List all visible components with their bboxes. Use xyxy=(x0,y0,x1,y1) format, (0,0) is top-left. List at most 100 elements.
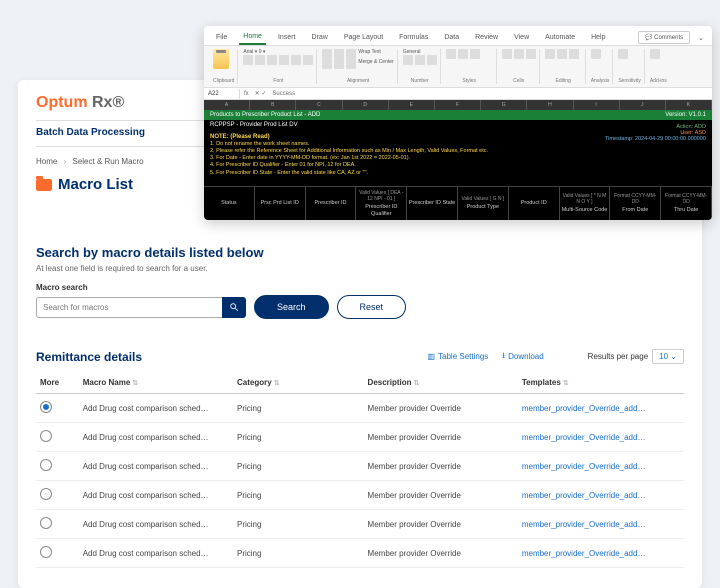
row-radio[interactable] xyxy=(40,401,52,413)
formula-bar[interactable]: Success xyxy=(272,91,295,97)
underline-icon[interactable] xyxy=(267,55,277,65)
cell-category: Pricing xyxy=(233,452,364,481)
cell-template-link[interactable]: member_provider_Override_add… xyxy=(518,481,684,510)
insert-cells-icon[interactable] xyxy=(502,49,512,59)
cond-format-icon[interactable] xyxy=(446,49,456,59)
sort-icon[interactable]: ⇅ xyxy=(414,380,420,387)
comma-icon[interactable] xyxy=(427,55,437,65)
row-radio[interactable] xyxy=(40,517,52,529)
col-letter[interactable]: J xyxy=(620,100,666,110)
align-icon[interactable] xyxy=(322,49,332,59)
chevron-down-icon: ⌄ xyxy=(670,352,677,361)
sort-filter-icon[interactable] xyxy=(557,49,567,59)
table-row[interactable]: Add Drug cost comparison sched…PricingMe… xyxy=(36,452,684,481)
download-link[interactable]: ⭳Download xyxy=(502,350,543,364)
table-format-icon[interactable] xyxy=(458,49,468,59)
excel-tab-view[interactable]: View xyxy=(510,31,533,44)
delete-cells-icon[interactable] xyxy=(514,49,524,59)
excel-tab-formulas[interactable]: Formulas xyxy=(395,31,432,44)
excel-sheet: Products to Prescriber Product List - AD… xyxy=(204,110,712,220)
excel-tab-help[interactable]: Help xyxy=(587,31,609,44)
reset-button[interactable]: Reset xyxy=(337,295,407,319)
col-letter[interactable]: K xyxy=(666,100,712,110)
format-cells-icon[interactable] xyxy=(526,49,536,59)
cell-macro-name: Add Drug cost comparison sched… xyxy=(79,539,233,568)
cell-description: Member provider Override xyxy=(364,394,518,423)
col-more: More xyxy=(36,372,79,394)
row-radio[interactable] xyxy=(40,459,52,471)
fill-icon[interactable] xyxy=(291,55,301,65)
table-row[interactable]: Add Drug cost comparison sched…PricingMe… xyxy=(36,481,684,510)
rpp-select[interactable]: 10 ⌄ xyxy=(652,349,684,364)
excel-tab-draw[interactable]: Draw xyxy=(307,31,331,44)
search-title: Search by macro details listed below xyxy=(36,245,684,260)
excel-tab-file[interactable]: File xyxy=(212,31,231,44)
col-letter[interactable]: I xyxy=(574,100,620,110)
ribbon-collapse-icon[interactable]: ⌄ xyxy=(698,34,704,42)
font-color-icon[interactable] xyxy=(303,55,313,65)
align-icon[interactable] xyxy=(334,49,344,59)
remittance-table: More Macro Name⇅ Category⇅ Description⇅ … xyxy=(36,372,684,568)
sort-icon[interactable]: ⇅ xyxy=(132,380,138,387)
col-letter[interactable]: C xyxy=(296,100,342,110)
crumb-home[interactable]: Home xyxy=(36,157,57,166)
col-letter[interactable]: E xyxy=(389,100,435,110)
border-icon[interactable] xyxy=(279,55,289,65)
excel-tab-home[interactable]: Home xyxy=(239,30,266,45)
table-settings-link[interactable]: ▥Table Settings xyxy=(427,352,488,361)
search-icon xyxy=(229,302,239,312)
sheet-col-header: Prescriber ID xyxy=(306,187,357,220)
table-row[interactable]: Add Drug cost comparison sched…PricingMe… xyxy=(36,539,684,568)
search-button[interactable]: Search xyxy=(254,295,329,319)
align-icon[interactable] xyxy=(346,49,356,59)
addins-icon[interactable] xyxy=(650,49,660,59)
bold-icon[interactable] xyxy=(243,55,253,65)
table-row[interactable]: Add Drug cost comparison sched…PricingMe… xyxy=(36,423,684,452)
table-row[interactable]: Add Drug cost comparison sched…PricingMe… xyxy=(36,510,684,539)
comments-button[interactable]: 💬 Comments xyxy=(638,31,690,44)
cell-template-link[interactable]: member_provider_Override_add… xyxy=(518,452,684,481)
sheet-col-header: Valid Values [ DEA - 12 NPI - 01 ]Prescr… xyxy=(356,187,407,220)
sort-icon[interactable]: ⇅ xyxy=(274,380,280,387)
cell-template-link[interactable]: member_provider_Override_add… xyxy=(518,539,684,568)
excel-tab-insert[interactable]: Insert xyxy=(274,31,300,44)
col-letter[interactable]: B xyxy=(250,100,296,110)
excel-tab-review[interactable]: Review xyxy=(471,31,502,44)
excel-tab-page-layout[interactable]: Page Layout xyxy=(340,31,387,44)
paste-icon[interactable] xyxy=(213,49,229,69)
col-letter[interactable]: F xyxy=(435,100,481,110)
excel-tab-automate[interactable]: Automate xyxy=(541,31,579,44)
download-icon: ⭳ xyxy=(502,350,505,364)
col-letter[interactable]: A xyxy=(204,100,250,110)
cell-styles-icon[interactable] xyxy=(470,49,480,59)
name-box[interactable]: A22 xyxy=(204,89,240,99)
italic-icon[interactable] xyxy=(255,55,265,65)
brand-symbol: ® xyxy=(112,94,124,111)
search-icon-button[interactable] xyxy=(222,297,246,318)
sort-icon[interactable]: ⇅ xyxy=(563,380,569,387)
sheet-title: Products to Prescriber Product List - AD… xyxy=(210,112,320,118)
analyze-icon[interactable] xyxy=(591,49,601,59)
col-letter[interactable]: G xyxy=(481,100,527,110)
percent-icon[interactable] xyxy=(415,55,425,65)
fx-label: fx xyxy=(244,91,249,97)
sensitivity-icon[interactable] xyxy=(618,49,628,59)
row-radio[interactable] xyxy=(40,430,52,442)
col-category: Category⇅ xyxy=(233,372,364,394)
ribbon-group-clipboard: Clipboard xyxy=(213,78,234,84)
brand-part2: Rx xyxy=(88,94,113,111)
search-input[interactable] xyxy=(36,297,222,318)
currency-icon[interactable] xyxy=(403,55,413,65)
col-letter[interactable]: H xyxy=(527,100,573,110)
cell-template-link[interactable]: member_provider_Override_add… xyxy=(518,423,684,452)
col-letter[interactable]: D xyxy=(343,100,389,110)
autosum-icon[interactable] xyxy=(545,49,555,59)
row-radio[interactable] xyxy=(40,546,52,558)
cell-template-link[interactable]: member_provider_Override_add… xyxy=(518,510,684,539)
cell-template-link[interactable]: member_provider_Override_add… xyxy=(518,394,684,423)
find-icon[interactable] xyxy=(569,49,579,59)
row-radio[interactable] xyxy=(40,488,52,500)
col-description: Description⇅ xyxy=(364,372,518,394)
table-row[interactable]: Add Drug cost comparison sched…PricingMe… xyxy=(36,394,684,423)
excel-tab-data[interactable]: Data xyxy=(440,31,463,44)
